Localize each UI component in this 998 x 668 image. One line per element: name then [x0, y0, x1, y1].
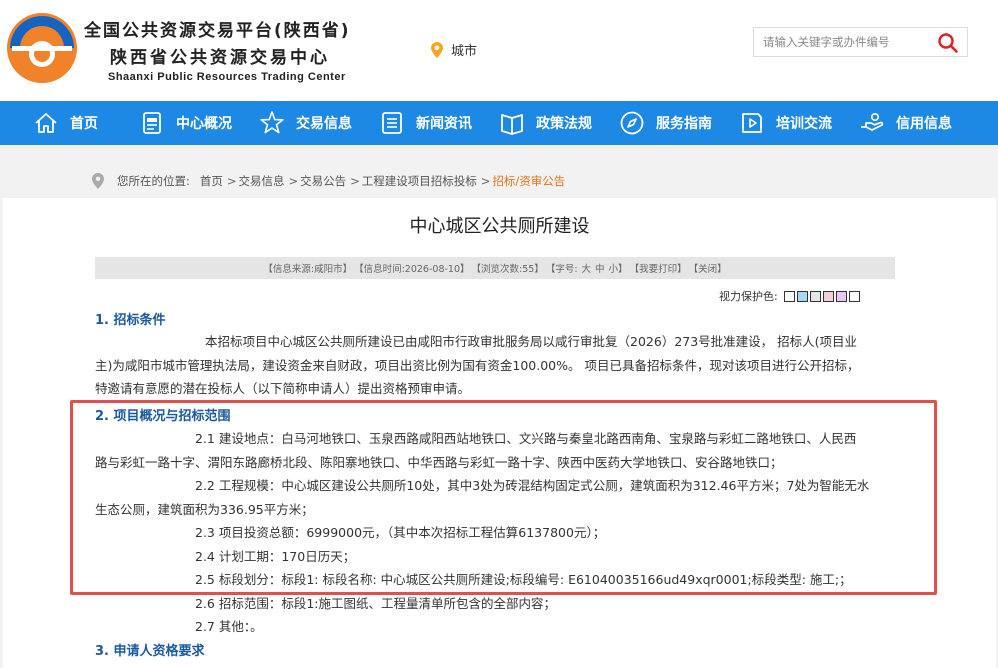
paragraph-line: 2.6 招标范围：标段1:施工图纸、工程量清单所包含的全部内容； [195, 595, 557, 611]
eye-protect-swatch-blue[interactable] [796, 290, 808, 302]
city-label: 城市 [451, 44, 478, 59]
compass-icon [620, 111, 644, 135]
eye-protect-swatch-default[interactable] [848, 290, 860, 302]
article-panel: 中心城区公共厕所建设 【信息来源:咸阳市】 【信息时间:2026-08-10】 … [3, 198, 996, 668]
nav-item-center-overview[interactable]: 中心概况 [138, 101, 232, 145]
paragraph-line: 2.7 其他：。 [195, 619, 263, 634]
site-header: 全国公共资源交易平台(陕西省) 陕西省公共资源交易中心 Shaanxi Publ… [0, 0, 998, 101]
article-info-bar: 【信息来源:咸阳市】 【信息时间:2026-08-10】 【浏览次数:55】 【… [95, 257, 895, 279]
paragraph-line: 2.4 计划工期：170日历天； [195, 548, 356, 564]
city-selector[interactable]: 城市 [431, 40, 477, 59]
logo-title-english: Shaanxi Public Resources Trading Center [108, 71, 346, 83]
section-bid-conditions-text: 本招标项目中心城区公共厕所建设已由咸阳市行政审批服务局以咸行审批复（2026）2… [95, 330, 895, 401]
nav-label: 新闻资讯 [416, 116, 472, 132]
breadcrumb-separator: > [226, 174, 237, 188]
print-button[interactable]: 【我要打印】 [630, 261, 687, 275]
document-icon [143, 112, 161, 134]
nav-item-trading-info[interactable]: 交易信息 [258, 101, 352, 145]
info-font-size-label: 【字号: [545, 264, 578, 275]
breadcrumb-trading-notice[interactable]: 交易公告 [300, 173, 346, 189]
paragraph-line: 2.5 标段划分：标段1: 标段名称: 中心城区公共厕所建设;标段编号: E61… [195, 572, 852, 587]
paragraph-line: 特邀请有意愿的潜在投标人（以下简称申请人）提出资格预审申请。 [95, 381, 471, 396]
eye-protect-swatch-gray[interactable] [809, 290, 821, 302]
breadcrumb-separator: > [480, 174, 491, 188]
eye-protect-label: 视力保护色: [719, 290, 778, 303]
nav-item-training[interactable]: 培训交流 [738, 101, 832, 145]
nav-item-home[interactable]: 首页 [32, 101, 98, 145]
nav-label: 信用信息 [896, 116, 952, 132]
paragraph-line: 主)为咸阳市城市管理执法局，建设资金来自财政，项目出资比例为国有资金100.00… [95, 357, 860, 373]
info-source: 【信息来源:咸阳市】 [263, 264, 353, 275]
nav-label: 交易信息 [296, 116, 352, 132]
eye-protect-swatch-white[interactable] [783, 290, 795, 302]
nav-label: 服务指南 [656, 116, 712, 132]
main-nav: 首页 中心概况 交易信息 新闻资讯 政策法规 服务指南 培训交流 信用信息 [0, 101, 998, 145]
logo-title-national: 全国公共资源交易平台(陕西省) [84, 21, 351, 41]
close-button[interactable]: 【关闭】 [689, 261, 727, 275]
nav-label: 培训交流 [776, 116, 832, 132]
search-box [753, 27, 968, 57]
breadcrumb-trading-info[interactable]: 交易信息 [239, 173, 285, 189]
paragraph-line: 生态公厕，建筑面积为336.95平方米； [95, 501, 314, 517]
section-project-overview-text: 2.1 建设地点：白马河地铁口、玉泉西路咸阳西站地铁口、文兴路与秦皇北路西南角、… [95, 427, 895, 639]
location-pin-icon [431, 41, 443, 58]
star-icon [260, 111, 284, 134]
section-heading-bid-conditions: 1. 招标条件 [95, 313, 166, 328]
info-views: 【浏览次数:55】 [471, 264, 544, 275]
nav-item-service-guide[interactable]: 服务指南 [618, 101, 712, 145]
eye-protect-swatch-purple[interactable] [835, 290, 847, 302]
list-icon [382, 112, 402, 134]
hand-icon [861, 113, 884, 131]
location-pin-icon [92, 173, 104, 189]
eye-protect-colors: 视力保护色: [719, 288, 860, 304]
breadcrumb-separator: > [350, 174, 360, 188]
nav-item-credit-info[interactable]: 信用信息 [858, 101, 952, 145]
breadcrumb-home[interactable]: 首页 [200, 173, 223, 189]
paragraph-line: 2.2 工程规模：中心城区建设公共厕所10处，其中3处为砖混结构固定式公厕，建筑… [195, 478, 870, 493]
section-heading-applicant-qualifications: 3. 申请人资格要求 [95, 644, 205, 659]
paragraph-line: 本招标项目中心城区公共厕所建设已由咸阳市行政审批服务局以咸行审批复（2026）2… [205, 334, 858, 349]
home-icon [35, 113, 57, 133]
font-medium-button[interactable]: 中 [595, 261, 605, 275]
article-title: 中心城区公共厕所建设 [409, 216, 590, 237]
paragraph-line: 2.1 建设地点：白马河地铁口、玉泉西路咸阳西站地铁口、文兴路与秦皇北路西南角、… [195, 431, 857, 446]
nav-label: 中心概况 [176, 116, 232, 132]
breadcrumb: 您所在的位置: 首页 > 交易信息 > 交易公告 > 工程建设项目招标投标 > … [92, 172, 565, 190]
book-icon [501, 114, 523, 135]
eye-protect-swatch-pink[interactable] [822, 290, 834, 302]
paragraph-line: 路与彩虹一路十字、渭阳东路廊桥北段、陈阳寨地铁口、中华西路与彩虹一路十字、陕西中… [95, 454, 783, 470]
nav-item-policy[interactable]: 政策法规 [498, 101, 592, 145]
search-input[interactable] [754, 28, 932, 56]
paragraph-line: 2.3 项目投资总额：6999000元，（其中本次招标工程估算6137800元）… [195, 525, 606, 540]
nav-label: 首页 [70, 116, 98, 132]
font-large-button[interactable]: 大 [582, 261, 592, 275]
nav-item-news[interactable]: 新闻资讯 [378, 101, 472, 145]
search-icon[interactable] [937, 32, 959, 54]
logo-icon[interactable] [6, 12, 78, 84]
breadcrumb-separator: > [288, 174, 299, 188]
info-time: 【信息时间:2026-08-10】 [354, 264, 470, 275]
font-small-button[interactable]: 小】 [609, 261, 628, 275]
breadcrumb-current[interactable]: 招标/资审公告 [492, 173, 565, 189]
logo-title-provincial: 陕西省公共资源交易中心 [110, 48, 330, 68]
site-logo-text[interactable]: 全国公共资源交易平台(陕西省) 陕西省公共资源交易中心 Shaanxi Publ… [84, 16, 351, 83]
nav-label: 政策法规 [536, 116, 592, 132]
section-heading-project-overview: 2. 项目概况与招标范围 [95, 409, 231, 424]
breadcrumb-prefix: 您所在的位置: [117, 174, 190, 188]
breadcrumb-engineering-bidding[interactable]: 工程建设项目招标投标 [362, 173, 477, 189]
video-icon [742, 113, 762, 133]
